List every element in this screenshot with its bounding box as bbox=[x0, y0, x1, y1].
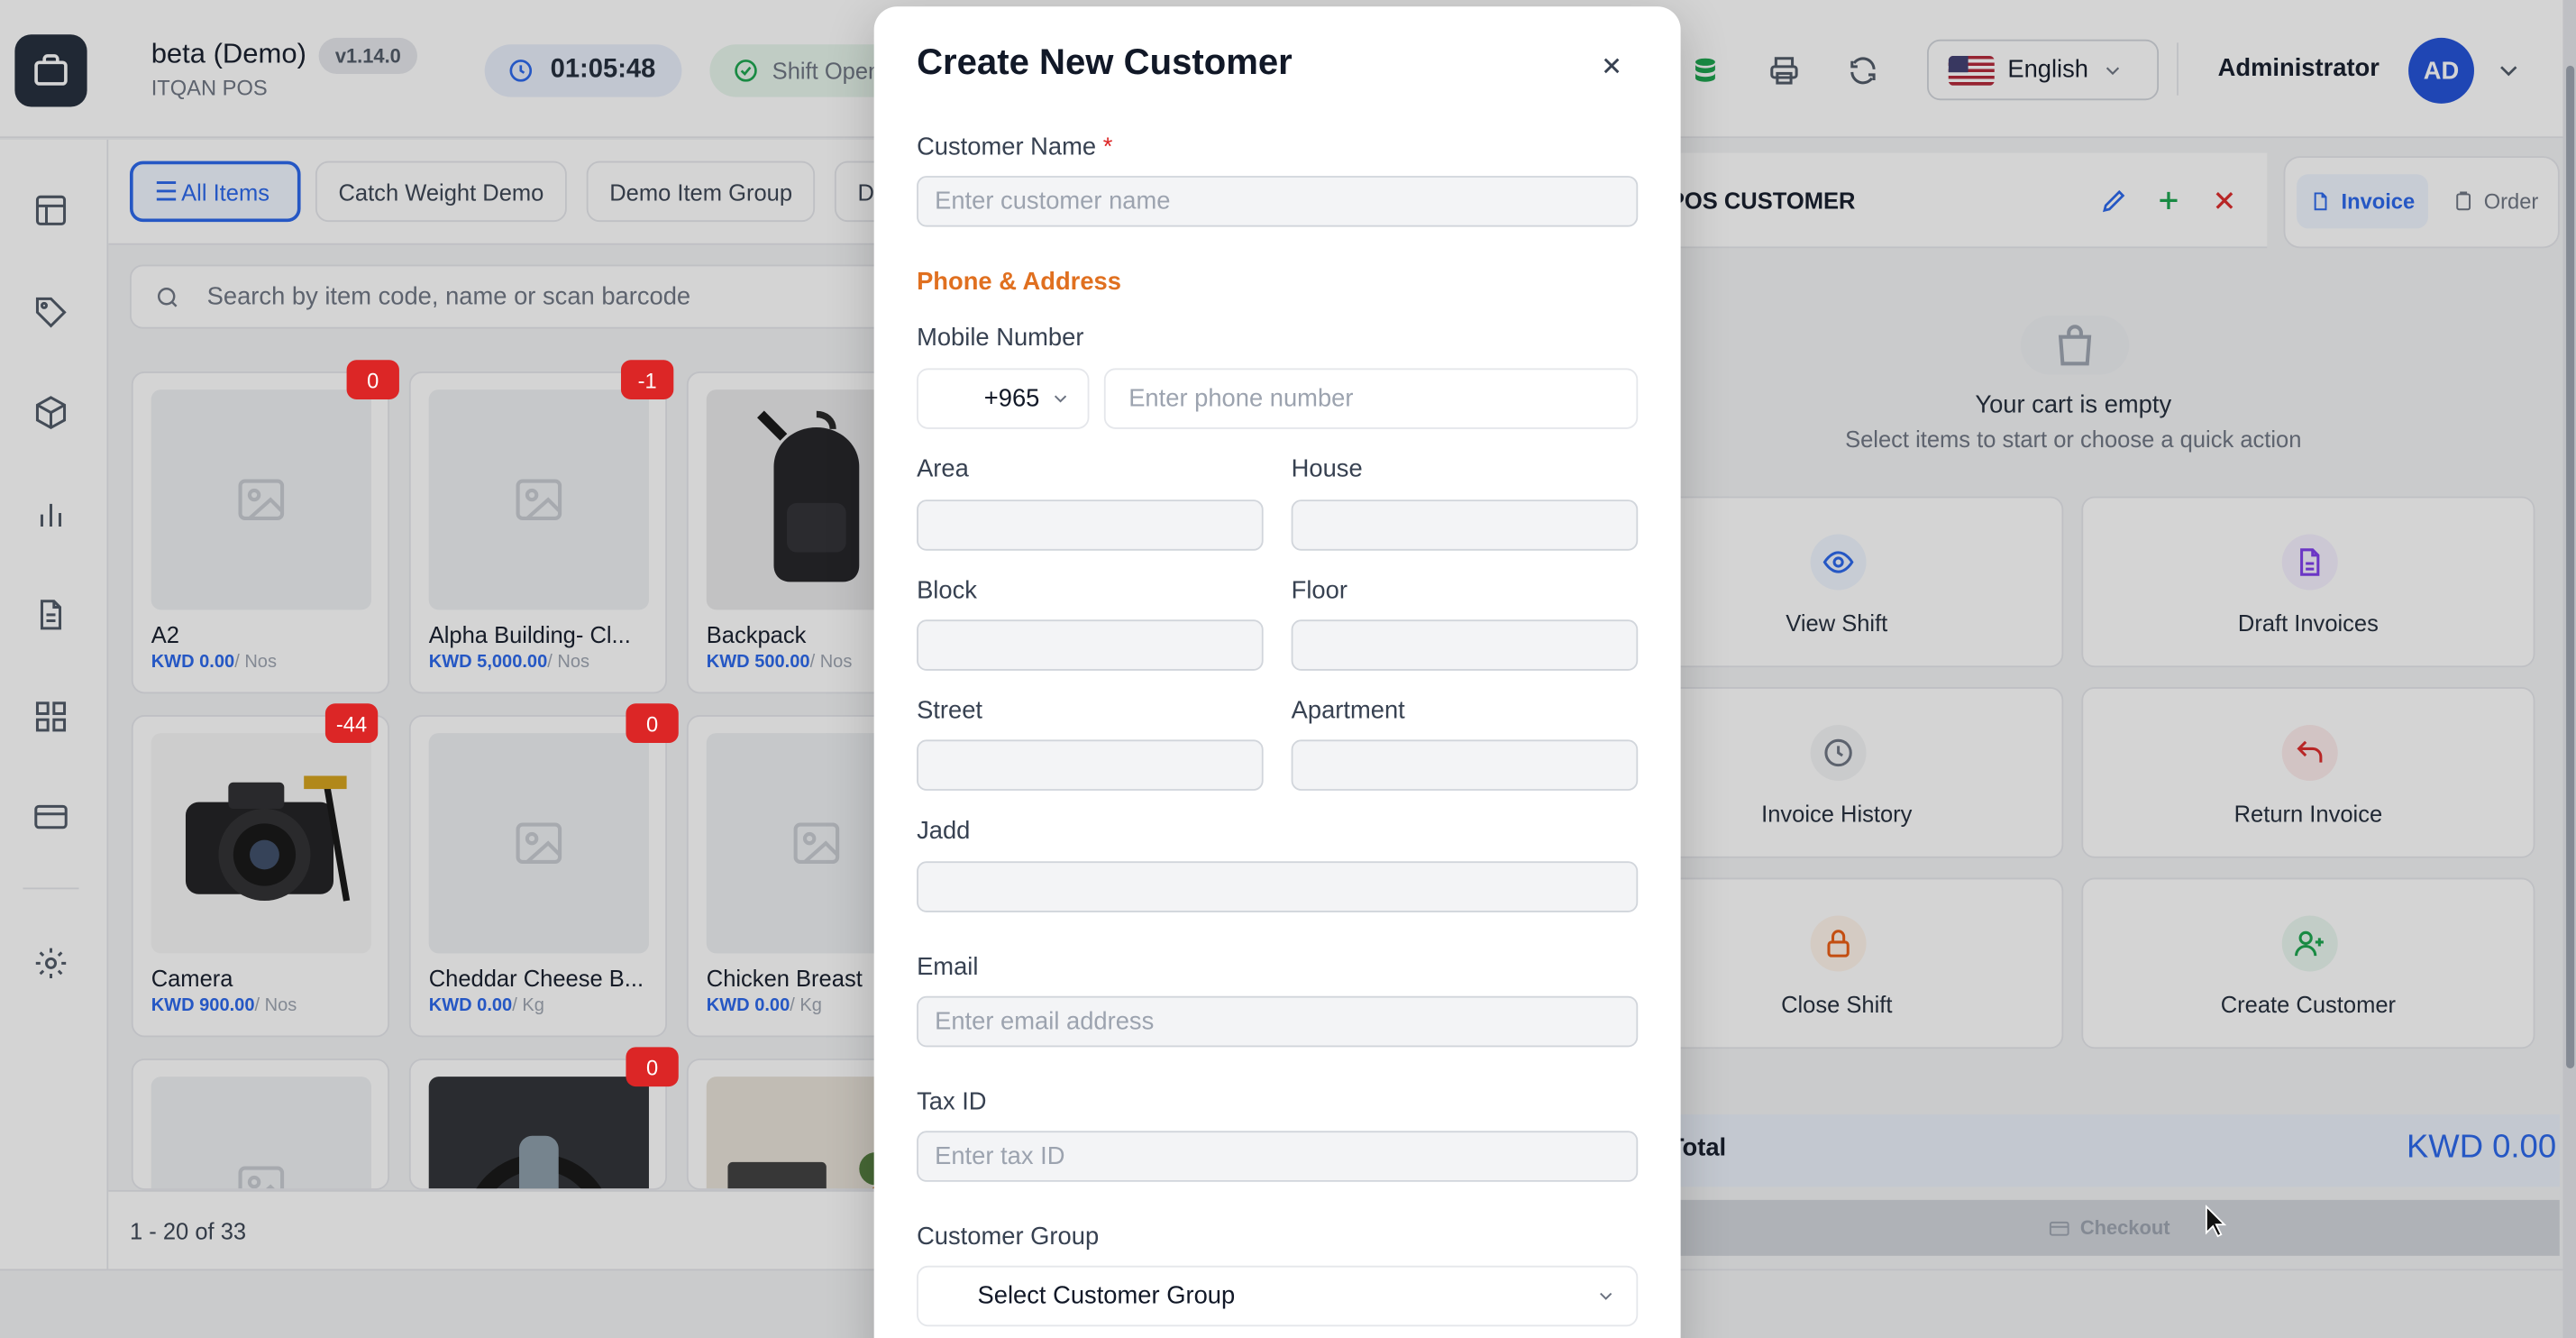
phone-input[interactable]: Enter phone number bbox=[1103, 368, 1639, 429]
floor-label: Floor bbox=[1291, 576, 1347, 605]
email-label: Email bbox=[917, 953, 979, 982]
modal-title: Create New Customer bbox=[917, 41, 1293, 83]
close-icon bbox=[1603, 58, 1620, 74]
email-input[interactable]: Enter email address bbox=[917, 995, 1639, 1048]
apartment-input[interactable] bbox=[1291, 739, 1639, 791]
customer-name-label: Customer Name * bbox=[917, 133, 1113, 161]
tax-id-label: Tax ID bbox=[917, 1087, 987, 1116]
stock-badge: -1 bbox=[620, 360, 674, 400]
stock-badge: -44 bbox=[324, 703, 379, 744]
tax-id-input[interactable]: Enter tax ID bbox=[917, 1131, 1639, 1182]
chevron-down-icon bbox=[1054, 395, 1066, 403]
jadd-label: Jadd bbox=[917, 817, 971, 846]
floor-input[interactable] bbox=[1291, 619, 1639, 671]
apartment-label: Apartment bbox=[1291, 696, 1405, 725]
customer-group-select[interactable]: Select Customer Group bbox=[917, 1265, 1639, 1327]
block-label: Block bbox=[917, 576, 977, 605]
modal-close-button[interactable] bbox=[1594, 48, 1630, 84]
chevron-down-icon bbox=[1600, 1292, 1612, 1300]
area-label: Area bbox=[917, 454, 969, 483]
house-label: House bbox=[1291, 454, 1363, 483]
block-input[interactable] bbox=[917, 619, 1264, 671]
customer-group-label: Customer Group bbox=[917, 1223, 1100, 1251]
area-input[interactable] bbox=[917, 499, 1264, 551]
street-label: Street bbox=[917, 696, 983, 725]
customer-name-input[interactable]: Enter customer name bbox=[917, 176, 1639, 227]
required-mark: * bbox=[1102, 133, 1113, 161]
mobile-label: Mobile Number bbox=[917, 324, 1084, 353]
section-phone-address: Phone & Address bbox=[917, 268, 1121, 297]
mouse-cursor-icon bbox=[2205, 1205, 2228, 1238]
stock-badge: 0 bbox=[346, 360, 399, 400]
stock-badge: 0 bbox=[626, 1047, 679, 1087]
country-code-select[interactable]: +965 bbox=[917, 368, 1090, 429]
house-input[interactable] bbox=[1291, 499, 1639, 551]
stock-badge: 0 bbox=[626, 703, 679, 744]
street-input[interactable] bbox=[917, 739, 1264, 791]
jadd-input[interactable] bbox=[917, 861, 1639, 912]
